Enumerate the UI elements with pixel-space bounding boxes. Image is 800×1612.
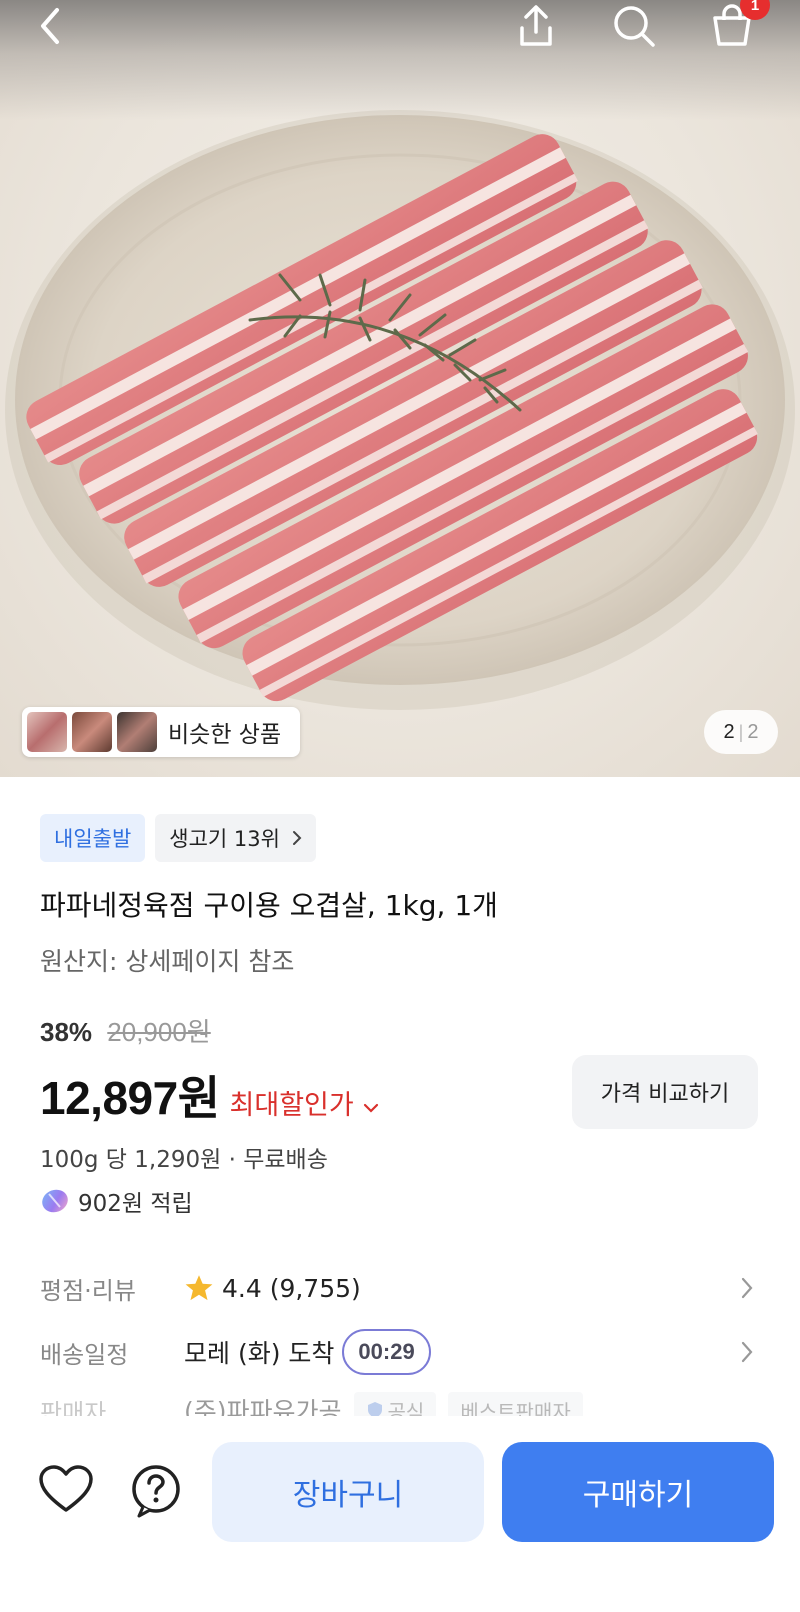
pager-current: 2 — [723, 720, 735, 743]
add-to-cart-button[interactable]: 장바구니 — [212, 1442, 484, 1542]
max-discount-dropdown[interactable]: 최대할인가 — [230, 1083, 380, 1122]
shipping-value: 모레 (화) 도착 — [184, 1339, 335, 1368]
unit-price-shipping: 100g 당 1,290원 · 무료배송 — [40, 1147, 328, 1173]
product-origin: 원산지: 상세페이지 참조 — [40, 947, 295, 976]
shield-icon — [367, 1402, 382, 1416]
points-label: 902원 적립 — [78, 1191, 193, 1217]
chevron-right-icon — [292, 831, 302, 845]
chevron-right-icon — [741, 1341, 753, 1363]
chevron-right-icon — [741, 1277, 753, 1299]
heart-icon — [39, 1465, 93, 1512]
discount-info: 38% 20,900원 — [40, 1012, 211, 1049]
seller-inner: 판매자 (주)파파유가공 공식 베스트판매자 — [40, 1392, 583, 1416]
similar-thumb — [72, 712, 112, 752]
similar-products-label: 비슷한 상품 — [168, 722, 282, 748]
cash-points-icon — [42, 1189, 68, 1213]
chevron-down-icon — [363, 1103, 378, 1113]
back-button[interactable] — [20, 0, 80, 52]
search-button[interactable] — [604, 0, 664, 52]
share-button[interactable] — [506, 0, 566, 52]
price-row: 12,897원 최대할인가 — [40, 1062, 380, 1128]
pager-total: 2 — [747, 720, 759, 743]
search-icon — [614, 6, 655, 47]
official-badge: 공식 — [353, 1392, 437, 1417]
back-icon — [41, 8, 59, 44]
compare-price-button[interactable]: 가격 비교하기 — [572, 1055, 758, 1129]
shipping-key: 배송일정 — [40, 1340, 129, 1369]
share-icon — [520, 5, 552, 46]
rank-chip-label: 생고기 13위 — [169, 827, 280, 851]
inquiry-button[interactable] — [129, 1464, 183, 1522]
delivery-chip: 내일출발 — [40, 814, 146, 862]
similar-thumb — [117, 712, 157, 752]
seller-value: (주)파파유가공 — [184, 1397, 342, 1416]
buy-now-button[interactable]: 구매하기 — [502, 1442, 774, 1542]
product-title: 파파네정육점 구이용 오겹살, 1kg, 1개 — [40, 889, 498, 922]
product-chips: 내일출발 생고기 13위 — [40, 814, 316, 862]
similar-thumb — [27, 712, 67, 752]
shipping-row[interactable]: 배송일정 모레 (화) 도착 00:29 — [40, 1328, 760, 1376]
product-image[interactable] — [0, 0, 800, 777]
star-icon — [185, 1275, 213, 1301]
sale-price: 12,897원 — [40, 1072, 220, 1124]
rating-key: 평점·리뷰 — [40, 1276, 136, 1305]
pager-separator: | — [738, 721, 744, 742]
shipping-timer: 00:29 — [342, 1329, 431, 1375]
wishlist-button[interactable] — [38, 1464, 94, 1518]
help-icon — [132, 1465, 180, 1518]
reward-points: 902원 적립 — [40, 1184, 193, 1218]
shipping-value-wrap: 모레 (화) 도착 00:29 — [184, 1329, 431, 1375]
rating-value: 4.4 (9,755) — [222, 1273, 361, 1303]
best-seller-badge: 베스트판매자 — [448, 1392, 583, 1416]
similar-products-button[interactable]: 비슷한 상품 — [22, 707, 300, 757]
seller-key: 판매자 — [40, 1398, 107, 1417]
rank-chip[interactable]: 생고기 13위 — [155, 814, 316, 862]
image-pager: 2 | 2 — [704, 710, 778, 754]
top-navigation: 1 — [0, 0, 800, 60]
rating-row[interactable]: 평점·리뷰 4.4 (9,755) — [40, 1264, 760, 1312]
rating-value-wrap: 4.4 (9,755) — [184, 1274, 361, 1303]
original-price: 20,900원 — [107, 1017, 211, 1047]
max-discount-label: 최대할인가 — [229, 1090, 354, 1121]
official-badge-label: 공식 — [387, 1399, 425, 1417]
discount-percent: 38% — [40, 1017, 93, 1047]
seller-row[interactable]: 판매자 (주)파파유가공 공식 베스트판매자 — [40, 1380, 760, 1416]
